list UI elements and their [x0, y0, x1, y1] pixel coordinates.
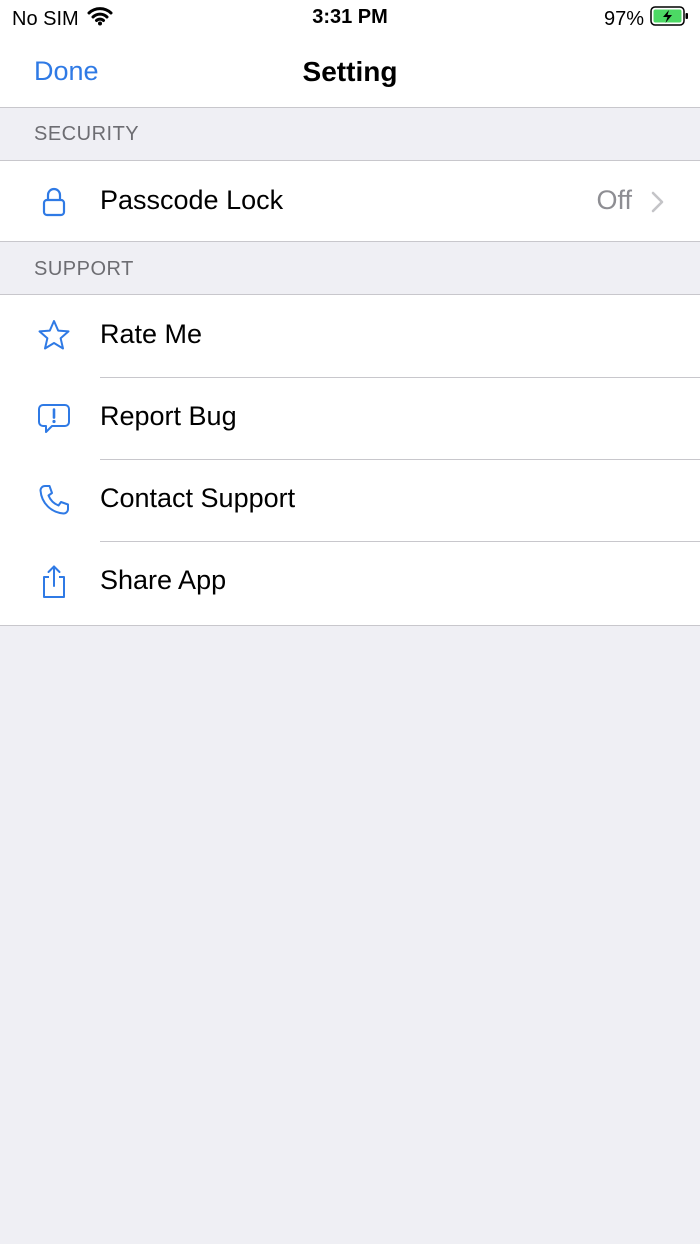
status-right: 97% [604, 6, 690, 32]
battery-percent: 97% [603, 7, 644, 30]
support-group: Rate Me Report Bug Contact Support Share… [0, 294, 700, 626]
report-bug-label: Report Bug [100, 401, 237, 431]
phone-icon [36, 482, 72, 518]
rate-me-row[interactable]: Rate Me [0, 295, 700, 377]
lock-icon [36, 184, 72, 220]
passcode-lock-value: Off [596, 185, 632, 215]
section-header-support: SUPPORT [34, 257, 134, 280]
share-icon [36, 564, 72, 600]
navigation-bar: Done Setting [0, 36, 700, 108]
page-title: Setting [302, 56, 398, 87]
star-icon [36, 318, 72, 354]
chevron-right-icon [650, 190, 666, 214]
contact-support-row[interactable]: Contact Support [0, 459, 700, 541]
report-bug-row[interactable]: Report Bug [0, 377, 700, 459]
status-time: 3:31 PM [312, 6, 388, 28]
share-app-row[interactable]: Share App [0, 541, 700, 623]
share-app-label: Share App [100, 565, 227, 595]
passcode-lock-row[interactable]: Passcode Lock Off [0, 161, 700, 243]
passcode-lock-label: Passcode Lock [100, 185, 284, 215]
battery-icon [650, 6, 690, 32]
status-bar: No SIM 3:31 PM 97% [0, 0, 700, 36]
section-header-security: SECURITY [34, 122, 140, 145]
contact-support-label: Contact Support [100, 483, 296, 513]
exclamation-bubble-icon [36, 400, 72, 436]
rate-me-label: Rate Me [100, 319, 203, 349]
security-group: Passcode Lock Off [0, 160, 700, 242]
